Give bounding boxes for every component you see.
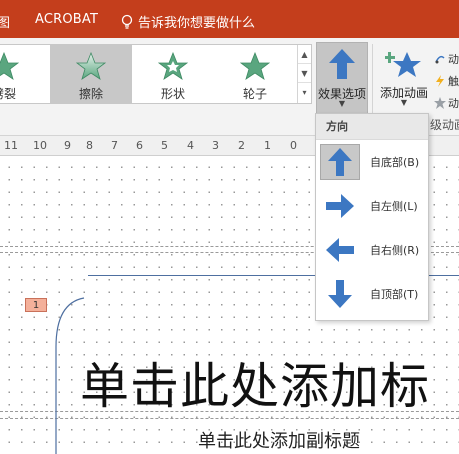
star-brush-icon — [434, 97, 446, 109]
add-animation-button[interactable]: 添加动画 ▼ — [375, 42, 433, 114]
direction-from-top[interactable]: 自顶部(T) — [316, 272, 428, 316]
menu-header: 方向 — [316, 114, 428, 140]
menu-item-label: 自底部(B) — [370, 156, 420, 169]
title-placeholder[interactable]: 单击此处添加标 — [80, 347, 430, 418]
lightbulb-icon — [121, 14, 133, 29]
menu-item-label: 自左侧(L) — [370, 200, 418, 213]
ruler-label: 3 — [212, 139, 219, 152]
gallery-scroll[interactable]: ▲ ▼ ▾ — [297, 45, 311, 103]
ruler-label: 2 — [238, 139, 245, 152]
tool-label: 触 — [448, 75, 459, 88]
menu-item-label: 自右侧(R) — [370, 244, 420, 257]
arrow-up-icon — [329, 49, 355, 79]
chevron-down-icon[interactable]: ▼ — [298, 64, 311, 83]
trigger-button[interactable]: 触 — [434, 70, 459, 92]
menu-item-label: 自顶部(T) — [370, 288, 419, 301]
chevron-up-icon[interactable]: ▲ — [298, 45, 311, 64]
animation-painter-button[interactable]: 动 — [434, 92, 459, 114]
ruler-label: 0 — [290, 139, 297, 152]
ruler-label: 8 — [86, 139, 93, 152]
ribbon-group-label: 级动画 — [430, 118, 459, 132]
ruler-label: 6 — [136, 139, 143, 152]
ruler-label: 10 — [33, 139, 47, 152]
arrow-down-icon — [320, 276, 360, 312]
animation-tools: 动 触 动 — [434, 48, 459, 114]
ruler-label: 11 — [4, 139, 18, 152]
chevron-down-icon: ▼ — [338, 99, 346, 108]
effect-label: 轮子 — [242, 87, 267, 101]
arrow-left-icon — [320, 232, 360, 268]
effect-wheel[interactable]: 轮子 — [214, 45, 296, 103]
star-icon — [0, 52, 19, 80]
animation-pane-button[interactable]: 动 — [434, 48, 459, 70]
effect-wipe[interactable]: 擦除 — [50, 45, 132, 103]
tell-me-search[interactable]: 告诉我你想要做什么 — [120, 12, 255, 31]
tool-label: 动 — [448, 53, 459, 66]
tab-partial[interactable]: 图 — [0, 12, 10, 31]
direction-from-bottom[interactable]: 自底部(B) — [316, 140, 428, 184]
chevron-down-icon: ▼ — [400, 98, 408, 107]
star-icon — [158, 52, 188, 80]
expand-gallery-icon[interactable]: ▾ — [298, 83, 311, 102]
ruler-label: 7 — [111, 139, 118, 152]
direction-from-left[interactable]: 自左侧(L) — [316, 184, 428, 228]
subtitle-placeholder[interactable]: 单击此处添加副标题 — [198, 427, 360, 453]
tab-bar: 图 ACROBAT 告诉我你想要做什么 — [0, 0, 459, 38]
effect-options-menu: 方向 自底部(B) 自左侧(L) 自右侧(R) 自顶部(T) — [315, 113, 429, 321]
tool-label: 动 — [448, 97, 459, 110]
effect-label: 擦除 — [78, 87, 103, 101]
effect-options-button[interactable]: 效果选项 ▼ — [316, 42, 368, 114]
arrow-up-icon — [320, 144, 360, 180]
star-icon — [76, 52, 106, 80]
ruler-label: 4 — [187, 139, 194, 152]
animation-gallery: 劈裂 擦除 形状 轮子 ▲ ▼ ▾ — [0, 44, 312, 104]
ruler-label: 9 — [64, 139, 71, 152]
effect-split[interactable]: 劈裂 — [0, 45, 45, 103]
animation-order-badge[interactable]: 1 — [25, 298, 47, 312]
star-icon — [240, 52, 270, 80]
lightning-icon — [436, 75, 444, 87]
effect-label: 劈裂 — [0, 87, 16, 101]
effect-label: 形状 — [160, 87, 185, 101]
ruler-label: 5 — [161, 139, 168, 152]
star-plus-icon — [385, 52, 421, 77]
tell-me-label: 告诉我你想要做什么 — [138, 16, 256, 31]
arrow-right-icon — [320, 188, 360, 224]
animation-pane-icon — [435, 55, 445, 64]
direction-from-right[interactable]: 自右侧(R) — [316, 228, 428, 272]
ruler-label: 1 — [264, 139, 271, 152]
effect-shape[interactable]: 形状 — [132, 45, 214, 103]
tab-acrobat[interactable]: ACROBAT — [35, 12, 98, 27]
